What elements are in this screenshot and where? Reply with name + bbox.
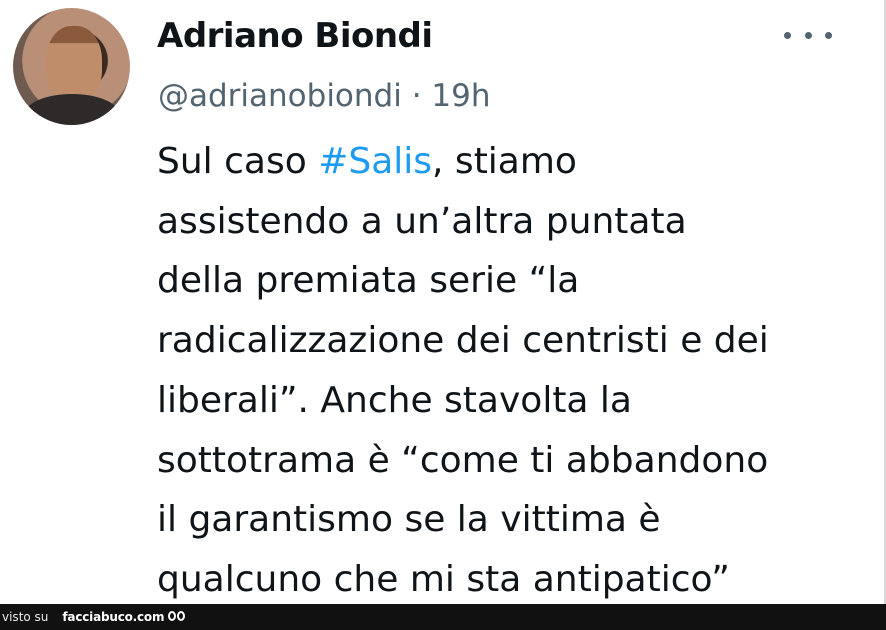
tweet-line-text: Sul caso (157, 141, 319, 182)
tweet-line-text: , stiamo (432, 141, 577, 182)
avatar-face (46, 26, 102, 102)
avatar[interactable] (13, 8, 130, 125)
tweet-line: radicalizzazione dei centristi e dei (157, 320, 769, 362)
site-name[interactable]: facciabuco.com (62, 610, 164, 624)
avatar-shirt (25, 94, 119, 125)
watermark-footer: visto su facciabuco.com (0, 604, 886, 630)
more-dot (784, 31, 791, 39)
tweet-card: Adriano Biondi @adrianobiondi · 19h Sul … (0, 0, 886, 604)
eye-shape (168, 611, 177, 621)
tweet-text: Sul caso #Salis, stiamo assistendo a un’… (157, 132, 857, 610)
hashtag-link[interactable]: #Salis (318, 141, 432, 182)
tweet-line: Sul caso #Salis, stiamo (157, 132, 857, 192)
author-name[interactable]: Adriano Biondi (157, 16, 433, 56)
eyes-icon (168, 610, 188, 624)
tweet-line: qualcuno che mi sta antipatico” (157, 558, 730, 600)
tweet-line: liberali”. Anche stavolta la (157, 379, 632, 421)
tweet-line: sottotrama è “come ti abbandono (157, 439, 769, 481)
tweet-line: assistendo a un’altra puntata (157, 200, 687, 242)
tweet-line: il garantismo se la vittima è (157, 499, 661, 541)
tweet-line: della premiata serie “la (157, 260, 580, 302)
more-dot (825, 31, 832, 39)
author-handle-time[interactable]: @adrianobiondi · 19h (158, 78, 491, 114)
eye-shape (177, 611, 186, 621)
visto-su-label: visto su (2, 610, 49, 624)
more-options-icon[interactable] (784, 20, 832, 50)
more-dot (804, 31, 812, 39)
